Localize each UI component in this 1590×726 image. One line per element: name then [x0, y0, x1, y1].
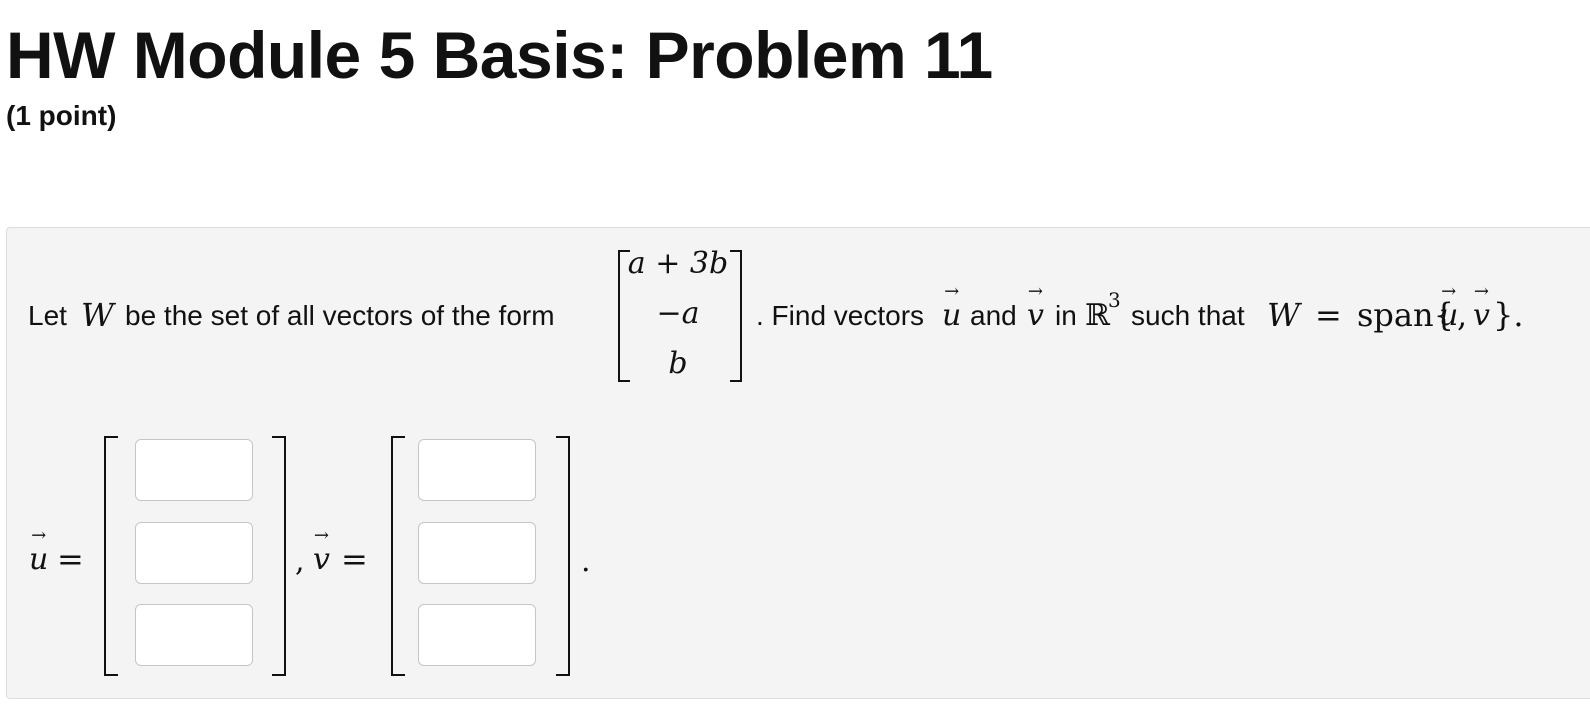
page-title: HW Module 5 Basis: Problem 11: [6, 18, 993, 92]
var-W-2: W: [1267, 296, 1300, 334]
u-component-3-input[interactable]: [135, 604, 253, 666]
u-component-1-input[interactable]: [135, 439, 253, 501]
answer-separator: ,: [295, 544, 305, 579]
span-v: v: [1473, 298, 1490, 333]
real-numbers-symbol: ℝ: [1085, 298, 1110, 333]
answer-u-equals: =: [57, 540, 84, 578]
span-u: u: [1439, 298, 1458, 333]
statement-lead: Let: [28, 300, 67, 331]
var-u: u: [942, 298, 961, 333]
u-component-2-input[interactable]: [135, 522, 253, 584]
statement-in: in: [1055, 300, 1077, 331]
var-W: W: [81, 296, 114, 334]
dimension-exponent: 3: [1108, 288, 1121, 312]
statement-find: . Find vectors: [756, 300, 925, 331]
matrix-row-2: −a: [656, 296, 700, 331]
v-right-bracket: [556, 436, 570, 676]
answer-v-label: v: [313, 542, 330, 577]
statement-such-that: such that: [1131, 300, 1245, 331]
matrix-row-1: a + 3b: [627, 246, 729, 281]
u-right-bracket: [272, 436, 286, 676]
u-left-bracket: [104, 436, 118, 676]
v-component-1-input[interactable]: [418, 439, 536, 501]
v-component-2-input[interactable]: [418, 522, 536, 584]
statement-form: be the set of all vectors of the form: [125, 300, 555, 331]
statement-and: and: [970, 300, 1017, 331]
answer-u-label: u: [29, 542, 48, 577]
answer-period: .: [581, 544, 591, 579]
var-v: v: [1027, 298, 1044, 333]
point-value: (1 point): [6, 100, 117, 131]
v-left-bracket: [391, 436, 405, 676]
problem-box: Let W be the set of all vectors of the f…: [6, 227, 1590, 699]
span-comma: ,: [1457, 296, 1468, 334]
answer-v-equals: =: [341, 540, 368, 578]
equals-sign: =: [1315, 296, 1342, 334]
v-component-3-input[interactable]: [418, 604, 536, 666]
span-close: }.: [1493, 296, 1524, 334]
matrix-row-3: b: [668, 346, 688, 381]
